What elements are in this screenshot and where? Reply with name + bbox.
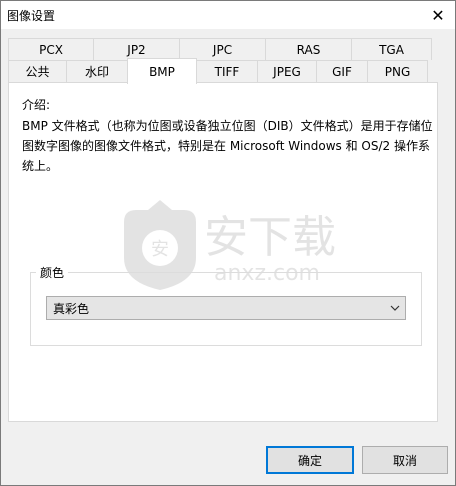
tab-common[interactable]: 公共	[8, 60, 67, 82]
tab-png[interactable]: PNG	[367, 60, 428, 82]
ok-button[interactable]: 确定	[266, 446, 354, 474]
chevron-down-icon[interactable]	[385, 303, 405, 314]
color-select[interactable]: 真彩色	[46, 296, 406, 320]
tab-jp2[interactable]: JP2	[93, 38, 180, 60]
tab-jpeg[interactable]: JPEG	[257, 60, 317, 82]
intro-description: BMP 文件格式（也称为位图或设备独立位图（DIB）文件格式）是用于存储位图数字…	[22, 119, 433, 173]
title-bar: 图像设置 ✕	[1, 1, 455, 29]
tab-jpc[interactable]: JPC	[179, 38, 266, 60]
tab-ras[interactable]: RAS	[265, 38, 352, 60]
color-group-label: 颜色	[36, 264, 69, 281]
color-select-value: 真彩色	[53, 301, 90, 316]
cancel-button[interactable]: 取消	[362, 446, 448, 474]
close-icon[interactable]: ✕	[421, 1, 455, 29]
window-title: 图像设置	[7, 9, 56, 23]
intro-label: 介绍:	[22, 98, 51, 112]
tab-tiff[interactable]: TIFF	[196, 60, 258, 82]
tab-pcx[interactable]: PCX	[8, 38, 94, 60]
tab-row-1: PCX JP2 JPC RAS TGA	[8, 38, 432, 60]
tab-tga[interactable]: TGA	[351, 38, 432, 60]
tab-watermark[interactable]: 水印	[66, 60, 128, 82]
tab-row-2: 公共 水印 BMP TIFF JPEG GIF PNG	[8, 58, 432, 84]
tab-bmp[interactable]: BMP	[127, 58, 197, 84]
tab-gif[interactable]: GIF	[316, 60, 368, 82]
